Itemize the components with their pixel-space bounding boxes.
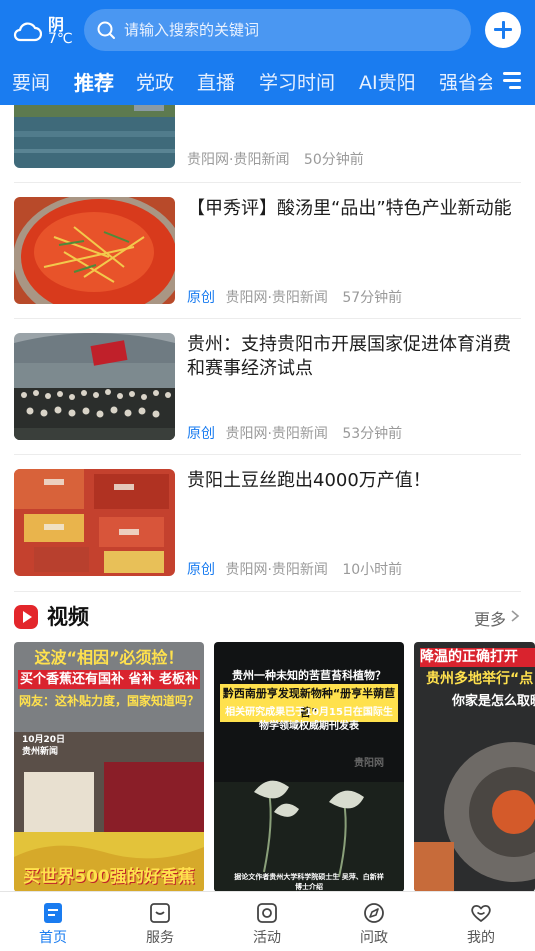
nav-label: 我的 [467, 930, 495, 946]
tab-strong-capital[interactable]: 强省会 [439, 68, 492, 95]
news-item[interactable]: 贵阳土豆丝跑出4000万产值！ 原创 贵阳网·贵阳新闻 10小时前 [0, 469, 535, 591]
news-thumbnail [14, 197, 175, 304]
more-link[interactable]: 更多 [474, 606, 506, 630]
activity-icon [257, 903, 277, 923]
tab-politics[interactable]: 党政 [136, 68, 174, 95]
inquiry-icon [364, 903, 384, 923]
search-icon [97, 21, 115, 39]
divider [14, 591, 521, 592]
news-meta: 原创 贵阳网·贵阳新闻 53分钟前 [187, 423, 402, 443]
news-source: 贵阳网·贵阳新闻 [225, 426, 328, 442]
tab-headlines[interactable]: 要闻 [12, 68, 50, 95]
home-icon [44, 903, 62, 923]
weather-widget[interactable]: 阴 7℃ [12, 10, 73, 48]
original-badge: 原创 [187, 426, 215, 442]
video-caption: 这波“相因”必须捡！ [34, 648, 184, 667]
channel-tabs: 要闻 推荐 党政 直播 学习时间 AI贵阳 强省会 [0, 62, 492, 102]
news-time: 50分钟前 [303, 152, 364, 168]
video-caption: 网友：这补贴力度，国家知道吗？ [18, 694, 199, 708]
nav-inquiry[interactable]: 问政 [334, 892, 414, 951]
nav-service[interactable]: 服务 [120, 892, 200, 951]
divider [14, 318, 521, 319]
news-meta: 原创 贵阳网·贵阳新闻 10小时前 [187, 559, 402, 579]
video-caption: 降温的正确打开 [420, 648, 535, 667]
video-carousel: 这波“相因”必须捡！ 买个香蕉还有国补 省补 老板补 网友：这补贴力度，国家知道… [0, 642, 535, 892]
news-meta: 贵阳网·贵阳新闻 50分钟前 [187, 149, 364, 169]
cloud-icon [13, 22, 42, 42]
news-thumbnail [14, 469, 175, 576]
weather-temperature: 7℃ [48, 31, 73, 47]
service-icon [150, 903, 170, 923]
menu-icon[interactable] [499, 72, 521, 90]
nav-label: 问政 [360, 930, 388, 946]
heart-icon [471, 904, 491, 922]
search-input[interactable] [124, 9, 454, 51]
video-section-title: 视频 [47, 605, 89, 629]
tab-study-time[interactable]: 学习时间 [259, 68, 335, 95]
nav-home[interactable]: 首页 [13, 892, 93, 951]
video-section-header: 视频 更多 [0, 597, 535, 635]
news-item[interactable]: 贵阳网·贵阳新闻 50分钟前 [0, 105, 535, 183]
news-thumbnail [14, 105, 175, 168]
news-time: 57分钟前 [342, 290, 403, 306]
news-source: 贵阳网·贵阳新闻 [225, 562, 328, 578]
video-caption: 买个香蕉还有国补 省补 老板补 [18, 670, 200, 689]
search-bar[interactable] [84, 9, 471, 51]
add-button[interactable] [485, 12, 521, 48]
news-item[interactable]: 贵州：支持贵阳市开展国家促进体育消费和赛事经济试点 原创 贵阳网·贵阳新闻 53… [0, 333, 535, 455]
play-icon [14, 605, 38, 629]
news-list: 贵阳网·贵阳新闻 50分钟前 【甲秀评】酸汤里“品出”特色产业新动能 原创 贵阳… [0, 105, 535, 595]
nav-mine[interactable]: 我的 [441, 892, 521, 951]
news-title: 【甲秀评】酸汤里“品出”特色产业新动能 [187, 198, 512, 219]
nav-activity[interactable]: 活动 [227, 892, 307, 951]
divider [14, 182, 521, 183]
video-place: 贵州新闻 [22, 747, 59, 757]
video-caption: 买世界500强的好香蕉 [23, 867, 195, 887]
news-source: 贵阳网·贵阳新闻 [187, 152, 290, 168]
news-item[interactable]: 【甲秀评】酸汤里“品出”特色产业新动能 原创 贵阳网·贵阳新闻 57分钟前 [0, 197, 535, 319]
news-time: 10小时前 [342, 562, 403, 578]
news-title: 贵阳土豆丝跑出4000万产值！ [187, 470, 431, 491]
tab-live[interactable]: 直播 [197, 68, 235, 95]
nav-label: 首页 [39, 930, 67, 946]
video-watermark: 贵阳网 [354, 758, 384, 769]
original-badge: 原创 [187, 290, 215, 306]
chevron-right-icon[interactable] [508, 608, 522, 624]
video-card[interactable]: 降温的正确打开 贵州多地举行“点 你家是怎么取暖 [414, 642, 535, 892]
video-caption: 贵州一种未知的苦苣苔科植物？ [232, 669, 386, 682]
video-caption: 相关研究成果已于10月15日在国际生物学领域权威期刊发表 [225, 707, 393, 732]
original-badge: 原创 [187, 562, 215, 578]
video-caption: 贵州多地举行“点 [426, 671, 534, 687]
news-meta: 原创 贵阳网·贵阳新闻 57分钟前 [187, 287, 402, 307]
news-thumbnail [14, 333, 175, 440]
tab-recommend[interactable]: 推荐 [74, 67, 114, 96]
video-caption: 据论文作者贵州大学科学院硕士生 吴萍、白新祥博士介绍 [234, 873, 384, 891]
app-header: 阴 7℃ 要闻 推荐 党政 直播 学习时间 AI贵阳 强省会 [0, 0, 535, 105]
news-source: 贵阳网·贵阳新闻 [225, 290, 328, 306]
tab-ai-guiyang[interactable]: AI贵阳 [359, 68, 416, 95]
news-time: 53分钟前 [342, 426, 403, 442]
nav-label: 服务 [146, 930, 174, 946]
news-title: 贵州：支持贵阳市开展国家促进体育消费和赛事经济试点 [187, 334, 511, 379]
nav-label: 活动 [253, 930, 281, 946]
bottom-navigation: 首页 服务 活动 问政 我的 [0, 891, 535, 951]
video-card[interactable]: 贵州一种未知的苦苣苔科植物？ 黔西南册亨发现新物种“册亨半蒴苣苔” 相关研究成果… [214, 642, 404, 892]
video-card[interactable]: 这波“相因”必须捡！ 买个香蕉还有国补 省补 老板补 网友：这补贴力度，国家知道… [14, 642, 204, 892]
video-date: 10月20日 [22, 735, 66, 745]
divider [14, 454, 521, 455]
video-caption: 你家是怎么取暖 [452, 694, 535, 709]
